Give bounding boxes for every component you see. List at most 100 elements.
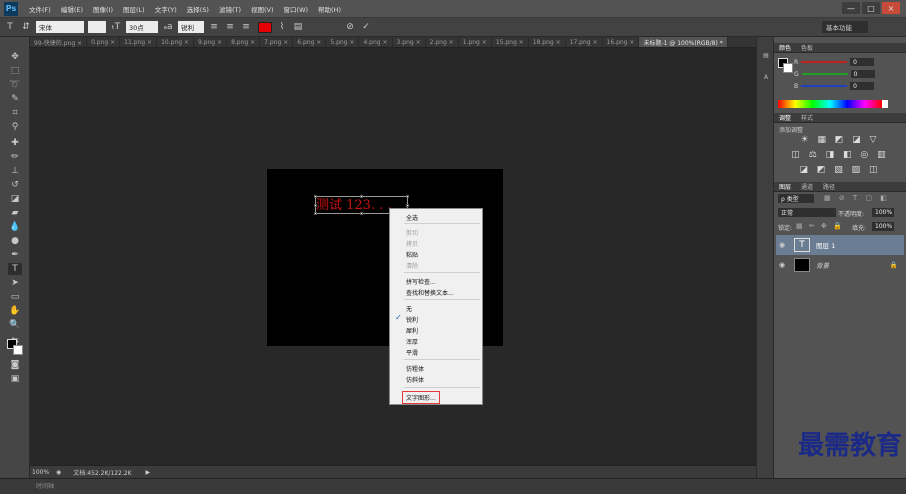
zoom-level[interactable]: 100% [32,469,50,476]
menu-item-antialias-sharp[interactable]: 锐利 [406,315,418,324]
maximize-button[interactable]: □ [862,2,880,14]
tab-color[interactable]: 颜色 [774,43,796,52]
eyedropper-tool-icon[interactable]: ⚲ [8,121,22,133]
menu-item-antialias-strong[interactable]: 浑厚 [406,337,418,346]
document-tab[interactable]: 2.png × [426,37,459,47]
channel-value-field[interactable]: 0 [850,82,875,90]
font-style-select[interactable] [88,21,106,33]
type-tool-icon[interactable]: T [8,263,22,275]
document-tab[interactable]: 8.png × [227,37,261,47]
menu-select[interactable]: 选择(S) [182,4,214,14]
menu-item-faux-bold[interactable]: 仿粗体 [406,364,424,373]
color-spectrum-bar[interactable] [778,100,882,108]
align-left-icon[interactable]: ≡ [208,21,220,33]
menu-item-find-replace[interactable]: 查找和替换文本... [406,288,454,297]
menu-item-text-graphic[interactable]: 文字图形... [402,391,440,404]
screen-mode-icon[interactable]: ▣ [8,373,22,385]
history-brush-tool-icon[interactable]: ↺ [8,179,22,191]
color-slider-r[interactable]: R 0 [794,57,902,67]
menu-help[interactable]: 帮助(H) [313,4,346,14]
font-size-field[interactable]: 30点 [126,21,158,33]
document-tab[interactable]: 9.png × [194,37,228,47]
menu-edit[interactable]: 编辑(E) [56,4,88,14]
layer-name[interactable]: 图层 1 [816,240,835,250]
type-tool-icon[interactable]: T [4,21,16,33]
slider-track[interactable] [801,85,848,87]
menu-item-antialias-crisp[interactable]: 犀利 [406,326,418,335]
eraser-tool-icon[interactable]: ◪ [8,193,22,205]
color-background-swatch[interactable] [783,63,793,73]
visibility-eye-icon[interactable]: ◉ [779,261,789,269]
commit-check-icon[interactable]: ✓ [360,21,372,33]
opacity-field[interactable]: 100% [872,208,894,217]
quick-select-tool-icon[interactable]: ✎ [8,93,22,105]
tab-channels[interactable]: 通道 [796,182,818,191]
close-button[interactable]: × [882,2,900,14]
minimize-button[interactable]: — [842,2,860,14]
channel-value-field[interactable]: 0 [850,70,875,78]
document-tab-active[interactable]: 未标题-1 @ 100%(RGB/8) * [639,37,728,47]
healing-tool-icon[interactable]: ✚ [8,137,22,149]
document-tab[interactable]: 17.png × [566,37,603,47]
shape-tool-icon[interactable]: ▭ [8,291,22,303]
fill-field[interactable]: 100% [872,222,894,231]
document-tab[interactable]: 0.png × [87,37,121,47]
character-panel-icon[interactable]: A [760,71,772,83]
marquee-tool-icon[interactable]: ⬚ [8,65,22,77]
lasso-tool-icon[interactable]: ➰ [8,79,22,91]
transform-handle[interactable] [406,195,409,198]
color-slider-g[interactable]: G 0 [794,69,902,79]
document-tab[interactable]: 1.png × [459,37,492,47]
layer-kind-filter[interactable]: ρ 类型 [778,194,814,203]
tab-paths[interactable]: 路径 [818,182,840,191]
slider-track[interactable] [801,73,848,75]
path-select-tool-icon[interactable]: ➤ [8,277,22,289]
menu-type[interactable]: 文字(Y) [150,4,182,14]
menu-window[interactable]: 窗口(W) [279,4,314,14]
anti-alias-select[interactable]: 锐利 [178,21,204,33]
adjustment-icons-row[interactable]: ◫ ⚖ ◨ ◧ ◎ ▥ [774,150,906,160]
align-right-icon[interactable]: ≡ [240,21,252,33]
slider-track[interactable] [801,61,848,63]
status-arrow-icon[interactable]: ▶ [146,469,151,476]
layer-filter-icons[interactable]: ▦ ⊘ T ▢ ◧ [824,194,890,202]
workspace-select[interactable]: 基本功能 [822,21,868,33]
menu-filter[interactable]: 滤镜(T) [214,4,246,14]
status-menu-icon[interactable]: ◉ [56,469,61,476]
spectrum-white-black[interactable] [882,100,888,108]
color-slider-b[interactable]: B 0 [794,81,902,91]
layer-row[interactable]: ◉ 背景 🔒 [776,255,904,275]
gradient-tool-icon[interactable]: ▰ [8,207,22,219]
document-tab[interactable]: 5.png × [326,37,360,47]
character-panel-icon[interactable]: ▤ [292,21,304,33]
background-color-swatch[interactable] [13,345,23,355]
history-panel-icon[interactable]: ▤ [760,49,772,61]
menu-layer[interactable]: 图层(L) [118,4,150,14]
menu-item-spell-check[interactable]: 拼写检查... [406,277,436,286]
layer-name[interactable]: 背景 [816,260,829,270]
document-tab[interactable]: 18.png × [529,37,566,47]
blend-mode-select[interactable]: 正常 [778,208,836,217]
font-family-select[interactable]: 宋体 [36,21,84,33]
document-tab[interactable]: 11.png × [120,37,158,47]
transform-handle[interactable] [406,204,409,207]
text-orientation-icon[interactable]: ⇵ [20,21,32,33]
text-color-swatch[interactable] [258,21,272,33]
document-tab[interactable]: 99-快捷的.png × [30,37,88,47]
hand-tool-icon[interactable]: ✋ [8,305,22,317]
document-tab[interactable]: 10.png × [157,37,194,47]
zoom-tool-icon[interactable]: 🔍 [8,319,22,331]
document-tab[interactable]: 15.png × [492,37,529,47]
tab-layers[interactable]: 图层 [774,182,796,191]
menu-item-antialias-smooth[interactable]: 平滑 [406,348,418,357]
document-tab[interactable]: 6.png × [293,37,327,47]
menu-item-paste[interactable]: 粘贴 [406,250,418,259]
document-tab[interactable]: 4.png × [359,37,393,47]
channel-value-field[interactable]: 0 [850,58,875,66]
menu-item-antialias-none[interactable]: 无 [406,304,412,313]
dodge-tool-icon[interactable]: ● [8,235,22,247]
adjustment-icons-row[interactable]: ☀ ▦ ◩ ◪ ▽ [774,135,906,145]
tab-adjustments[interactable]: 调整 [774,113,796,122]
cancel-icon[interactable]: ⊘ [344,21,356,33]
tab-styles[interactable]: 样式 [796,113,818,122]
